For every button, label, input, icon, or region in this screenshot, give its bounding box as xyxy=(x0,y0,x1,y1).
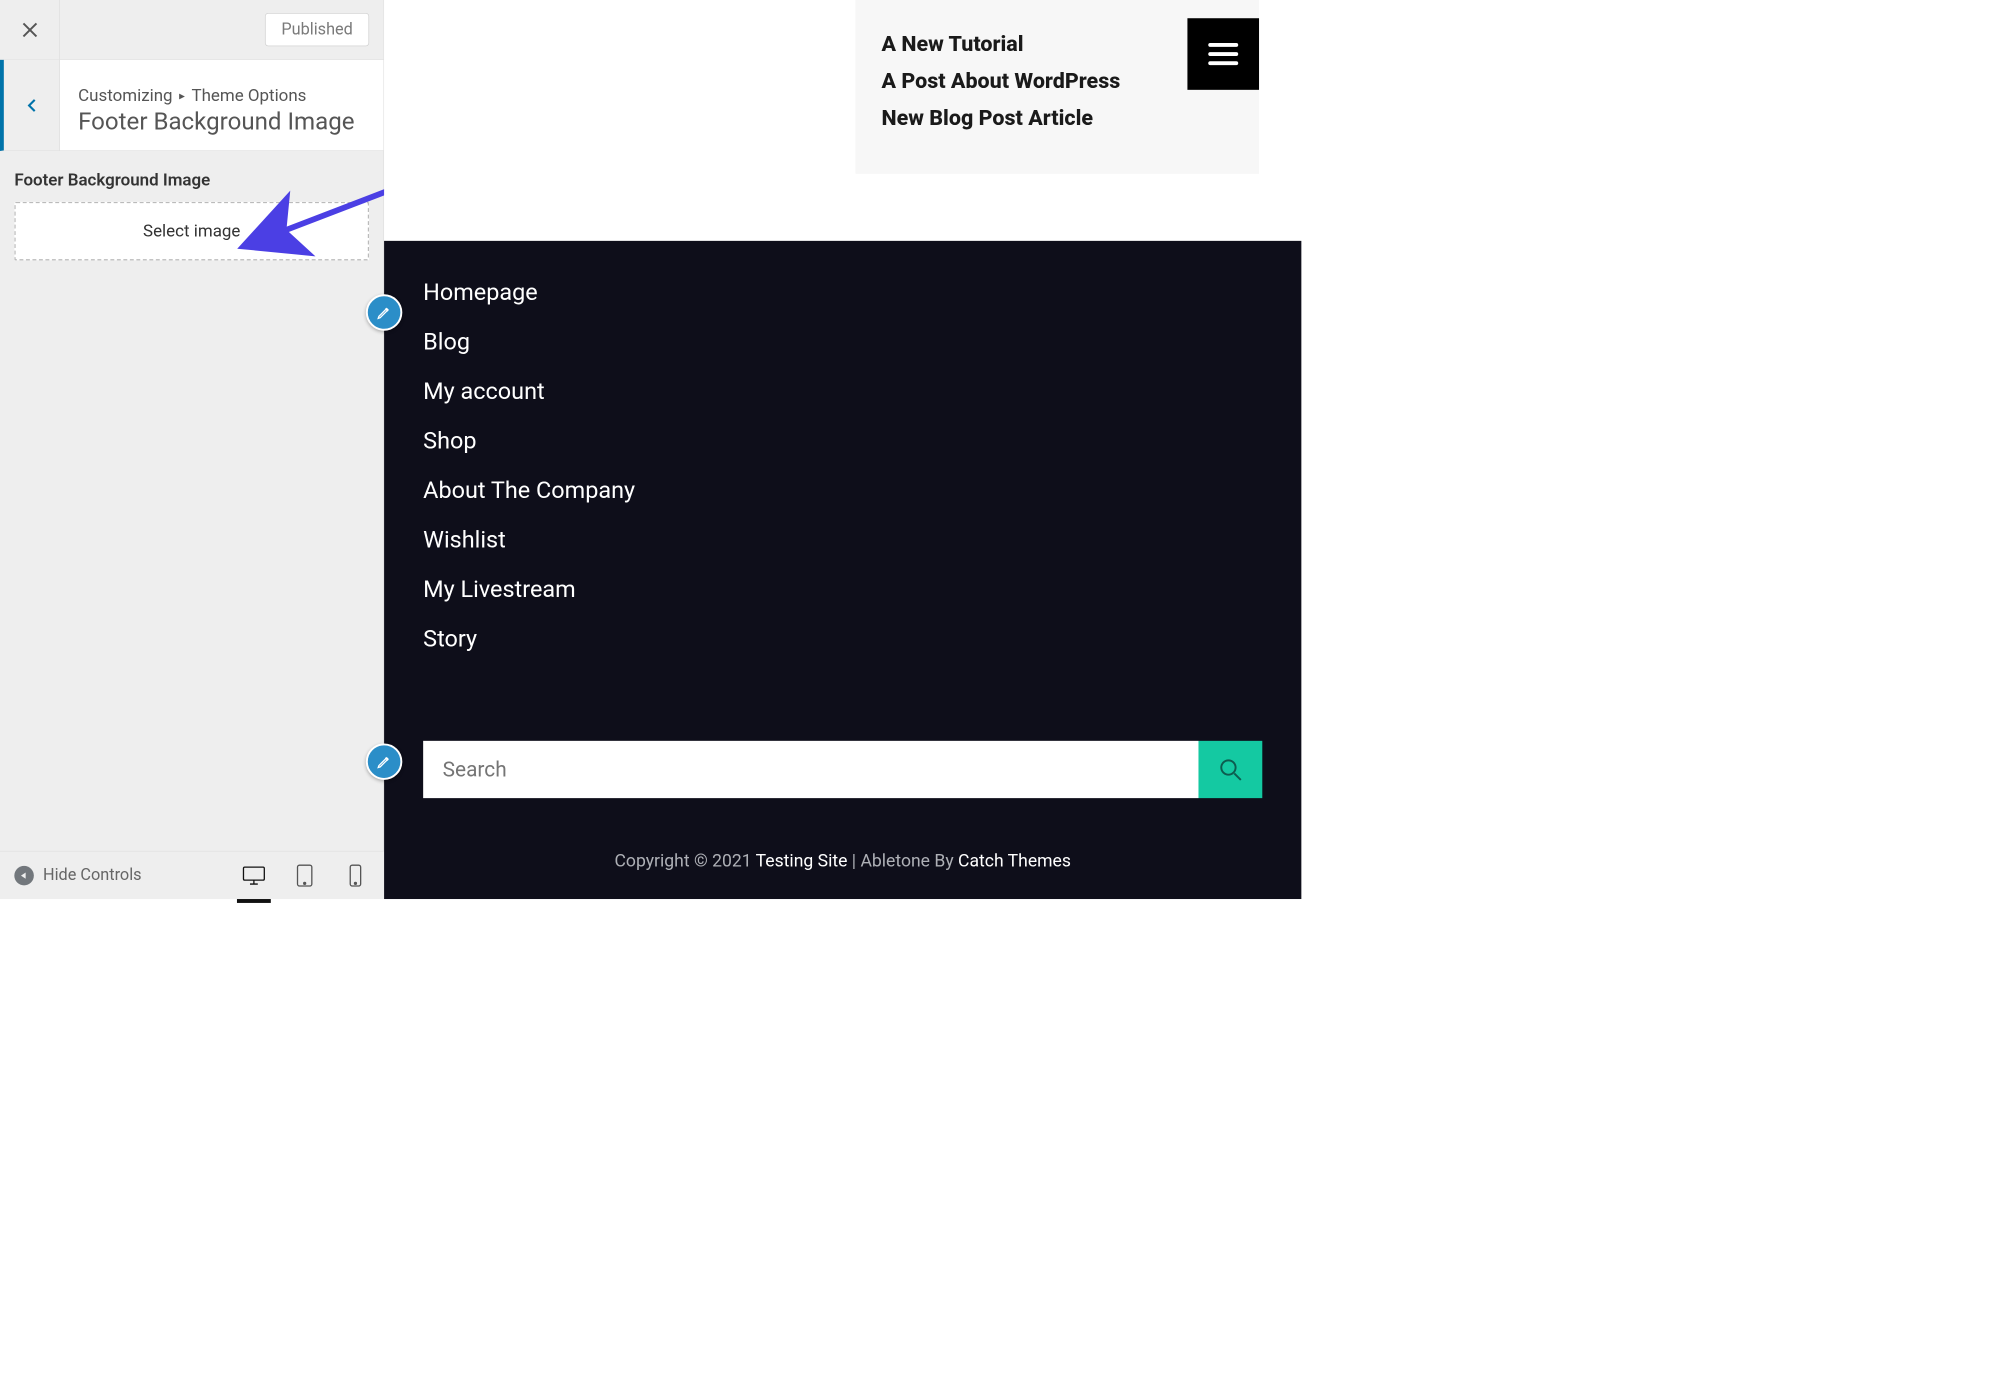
search-input[interactable] xyxy=(423,741,1198,798)
search-icon xyxy=(1218,757,1243,782)
preview-frame: A New Tutorial A Post About WordPress Ne… xyxy=(384,0,1301,899)
footer-menu: Homepage Blog My account Shop About The … xyxy=(384,241,1301,652)
hamburger-icon xyxy=(1207,41,1240,67)
select-image-button[interactable]: Select image xyxy=(14,202,369,261)
pencil-icon xyxy=(376,305,392,321)
post-link[interactable]: A New Tutorial xyxy=(881,31,1233,56)
footer-search xyxy=(423,741,1262,798)
copyright-text: Copyright © 2021 xyxy=(614,850,755,871)
breadcrumb-title: Footer Background Image xyxy=(78,108,354,136)
customizer-panel: Published Customizing ▸ Theme Options Fo… xyxy=(0,0,384,899)
field-label: Footer Background Image xyxy=(14,171,369,191)
device-tablet-button[interactable] xyxy=(290,858,319,892)
footer-menu-link[interactable]: My Livestream xyxy=(423,575,1301,602)
footer-menu-link[interactable]: Wishlist xyxy=(423,526,1301,553)
panel-breadcrumb-row: Customizing ▸ Theme Options Footer Backg… xyxy=(0,60,383,151)
panel-top-bar: Published xyxy=(0,0,383,60)
bottom-bar: Hide Controls xyxy=(0,851,384,899)
edit-shortcut-search[interactable] xyxy=(366,743,402,779)
mobile-icon xyxy=(344,864,367,887)
publish-button[interactable]: Published xyxy=(265,13,369,46)
breadcrumb: Customizing ▸ Theme Options Footer Backg… xyxy=(60,60,373,150)
copyright-text: | Abletone By xyxy=(847,850,958,871)
footer-menu-link[interactable]: My account xyxy=(423,378,1301,405)
footer-menu-link[interactable]: Homepage xyxy=(423,279,1301,306)
desktop-icon xyxy=(242,864,265,887)
footer-menu-link[interactable]: About The Company xyxy=(423,477,1301,504)
footer-menu-link[interactable]: Shop xyxy=(423,427,1301,454)
back-button[interactable] xyxy=(4,60,60,150)
breadcrumb-section: Theme Options xyxy=(191,86,306,106)
breadcrumb-separator-icon: ▸ xyxy=(179,89,185,103)
device-mobile-button[interactable] xyxy=(341,858,370,892)
close-icon xyxy=(21,21,39,39)
post-link[interactable]: New Blog Post Article xyxy=(881,105,1233,130)
hide-controls-label: Hide Controls xyxy=(43,866,142,885)
pencil-icon xyxy=(376,754,392,770)
panel-body: Footer Background Image Select image xyxy=(0,151,383,280)
chevron-left-icon xyxy=(23,97,40,114)
close-button[interactable] xyxy=(0,0,60,60)
site-title-link[interactable]: Testing Site xyxy=(756,850,848,871)
post-link[interactable]: A Post About WordPress xyxy=(881,68,1233,93)
collapse-icon xyxy=(14,866,34,886)
device-switcher xyxy=(240,858,370,892)
footer-menu-link[interactable]: Story xyxy=(423,625,1301,652)
site-footer: Homepage Blog My account Shop About The … xyxy=(384,241,1301,899)
footer-copyright: Copyright © 2021 Testing Site | Abletone… xyxy=(384,850,1301,871)
menu-toggle-button[interactable] xyxy=(1187,18,1259,90)
search-submit-button[interactable] xyxy=(1198,741,1262,798)
footer-menu-link[interactable]: Blog xyxy=(423,328,1301,355)
edit-shortcut-menu[interactable] xyxy=(366,294,402,330)
tablet-icon xyxy=(293,864,316,887)
hide-controls-button[interactable]: Hide Controls xyxy=(14,866,141,886)
theme-author-link[interactable]: Catch Themes xyxy=(958,850,1071,871)
device-desktop-button[interactable] xyxy=(240,858,269,892)
breadcrumb-prefix: Customizing xyxy=(78,86,172,106)
